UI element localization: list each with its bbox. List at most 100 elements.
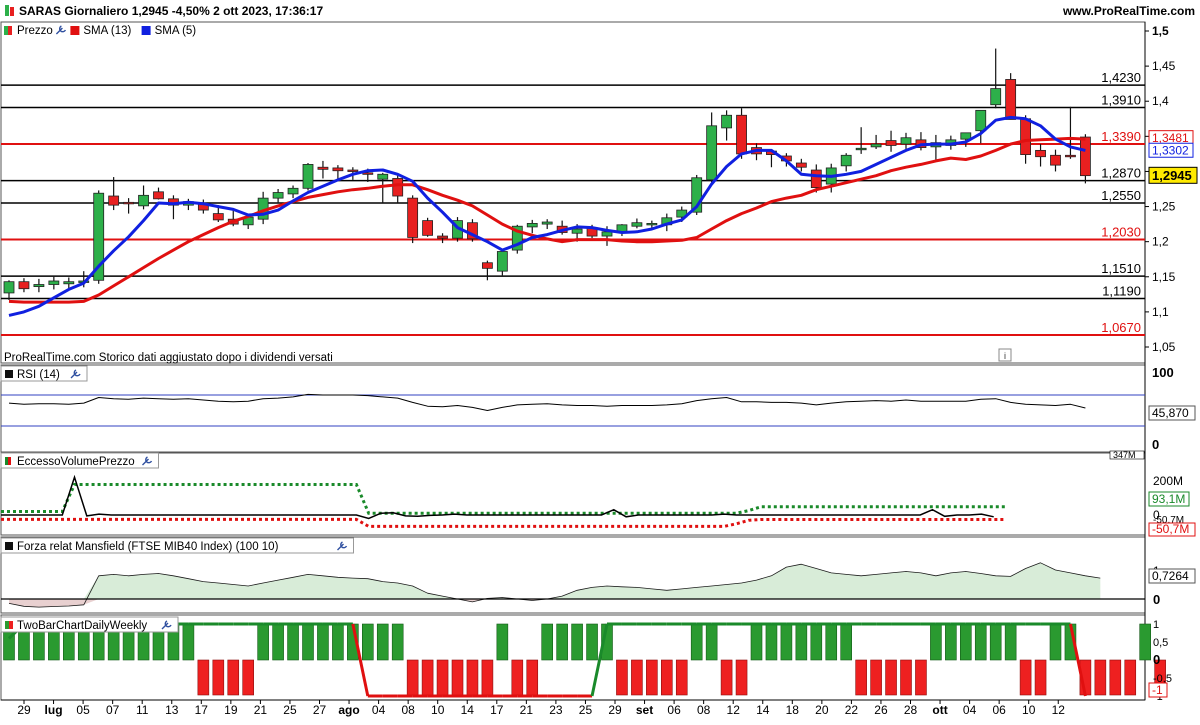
candle-body: [960, 132, 972, 140]
twobar-down: [421, 659, 434, 696]
x-tick-label: 04: [963, 703, 977, 717]
x-tick-label: 23: [549, 703, 563, 717]
candle-body: [48, 280, 60, 285]
site-link[interactable]: www.ProRealTime.com: [1062, 4, 1195, 18]
info-icon[interactable]: i: [998, 348, 1012, 362]
candle-body: [272, 192, 284, 199]
x-tick-label: 14: [756, 703, 770, 717]
candle-body: [601, 231, 613, 237]
panel-legend[interactable]: EccessoVolumePrezzo: [0, 452, 159, 469]
info-glyph: i: [1004, 351, 1006, 361]
y-tick-label: 1,15: [1152, 270, 1176, 284]
candle-body: [287, 187, 299, 195]
candle-body: [212, 213, 224, 221]
legend-swatch: [5, 370, 13, 378]
twobar-down: [197, 659, 210, 696]
price-badge-sma5: 1,3302: [1148, 142, 1194, 158]
twobar-up: [765, 623, 778, 661]
legend-label: TwoBarChartDailyWeekly: [17, 620, 147, 632]
badge-text: 1,2945: [1152, 168, 1192, 183]
twobar-down: [660, 659, 673, 696]
legend-label: EccessoVolumePrezzo: [17, 456, 135, 468]
twobar-up: [556, 623, 568, 661]
candle: [407, 195, 419, 244]
candle-body: [855, 147, 867, 151]
twobar-up: [780, 623, 793, 661]
y-tick-label: 1,4: [1152, 94, 1169, 108]
legend-swatch: [8, 457, 11, 465]
twobar-up: [810, 623, 823, 661]
y-tick-label: 1,2: [1152, 235, 1169, 249]
candle-body: [1005, 79, 1017, 120]
twobar-down: [616, 659, 628, 696]
candle-body: [138, 194, 149, 207]
candle-body: [840, 154, 852, 167]
panel-legend[interactable]: RSI (14): [0, 365, 88, 382]
panel-legend[interactable]: TwoBarChartDailyWeekly: [0, 616, 179, 633]
twobar-up: [1004, 623, 1017, 661]
x-tick-label: 17: [490, 703, 504, 717]
twobar-up: [571, 623, 583, 661]
legend-label: SMA (5): [155, 25, 197, 37]
twobar-down: [227, 659, 240, 696]
candle-body: [1050, 154, 1061, 166]
candle-body: [422, 220, 434, 236]
candle-body: [706, 125, 718, 181]
twobar-up: [332, 623, 344, 661]
legend-swatch: [141, 26, 151, 35]
x-tick-label: 19: [224, 703, 238, 717]
x-tick-label: 07: [106, 703, 120, 717]
twobar-down: [646, 659, 658, 696]
vol-badge-lower: -50,7M: [1148, 522, 1196, 537]
twobar-down: [1034, 659, 1047, 696]
x-tick-label: 04: [372, 703, 386, 717]
candle-body: [1035, 149, 1046, 158]
candle-body: [1065, 154, 1076, 158]
twobar-down: [466, 659, 479, 696]
candle: [1005, 73, 1017, 120]
candle-body: [3, 281, 15, 294]
candle-body: [870, 143, 882, 148]
x-tick-label: set: [636, 703, 653, 717]
x-tick-label: 21: [254, 703, 268, 717]
legend-swatch: [5, 621, 9, 629]
candle: [302, 163, 314, 191]
badge-text: -50,7M: [1152, 522, 1189, 536]
badge-text: 45,870: [1152, 406, 1189, 420]
vol-tick-200m: 200M: [1153, 474, 1183, 488]
rsi-tick-100: 100: [1152, 365, 1174, 380]
price-badge-last: 1,2945: [1148, 166, 1198, 184]
twobar-down: [631, 659, 643, 696]
two-tick: 1: [1153, 619, 1159, 631]
x-tick-label: ago: [338, 703, 359, 717]
mans-tick-0: 0: [1153, 592, 1160, 607]
x-tick-label: 29: [17, 703, 31, 717]
legend-swatch: [9, 621, 13, 629]
candle-body: [496, 251, 508, 272]
panel-legend[interactable]: Forza relat Mansfield (FTSE MIB40 Index)…: [0, 537, 354, 554]
twobar-down: [451, 659, 464, 696]
twobar-down: [242, 659, 254, 696]
candle-body: [153, 191, 164, 200]
x-tick-label: 25: [579, 703, 593, 717]
x-tick-label: 25: [283, 703, 297, 717]
twobar-down: [720, 659, 733, 696]
candle-body: [481, 262, 493, 269]
two-last-badge: -1: [1148, 682, 1168, 698]
candle-body: [347, 169, 359, 172]
twobar-down: [735, 659, 748, 696]
twobar-up: [391, 623, 404, 661]
candle-body: [332, 167, 344, 172]
twobar-down: [675, 659, 688, 696]
panel-frame-rsi: [0, 364, 1146, 453]
candle-body: [990, 88, 1002, 106]
twobar-up: [1049, 623, 1062, 661]
level-label: 1,4230: [1101, 70, 1141, 85]
candle-body: [63, 281, 75, 285]
y-tick-label: 1,45: [1152, 59, 1176, 73]
x-tick-label: 10: [1022, 703, 1036, 717]
candle-body: [392, 178, 404, 197]
legend-swatch: [70, 26, 80, 35]
y-axis: 1,51,451,41,351,31,251,21,151,11,051,348…: [1145, 24, 1198, 354]
x-tick-label: ott: [932, 703, 947, 717]
